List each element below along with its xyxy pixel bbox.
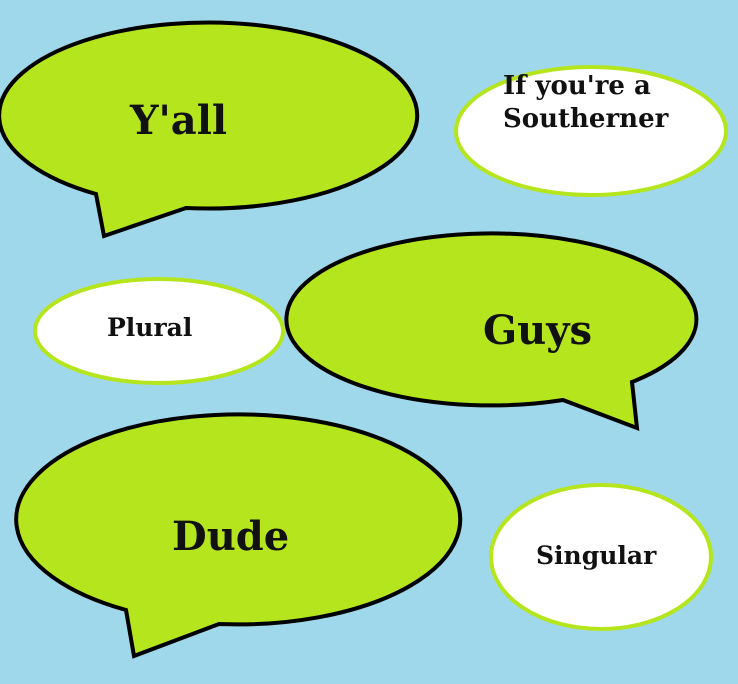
- plural-label: Plural: [107, 313, 193, 342]
- southerner-label: If you're a Southerner: [503, 70, 668, 135]
- southerner-line-1: If you're a: [503, 71, 651, 101]
- southerner-line-2: Southerner: [503, 103, 669, 134]
- dude-label: Dude: [172, 513, 290, 560]
- singular-label: Singular: [536, 541, 657, 570]
- guys-label: Guys: [483, 307, 593, 354]
- diagram-canvas: Y'all If you're a Southerner Plural Guys…: [0, 0, 738, 684]
- yall-label: Y'all: [130, 97, 228, 144]
